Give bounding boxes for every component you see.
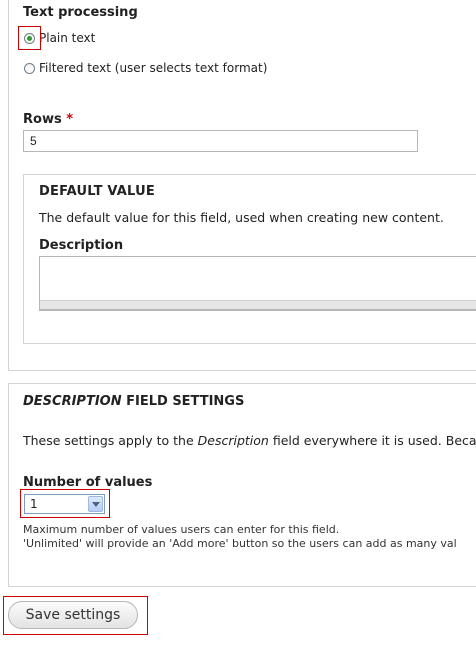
highlight-box-select — [20, 489, 110, 518]
description-field-label: Description — [39, 238, 124, 253]
radio-filtered-text-label[interactable]: Filtered text (user selects text format) — [39, 61, 267, 75]
field-settings-title-emphasis: DESCRIPTION — [23, 394, 122, 409]
rows-input[interactable] — [23, 130, 418, 152]
intro-before: These settings apply to the — [23, 433, 198, 448]
number-of-values-help-2: 'Unlimited' will provide an 'Add more' b… — [23, 537, 457, 550]
field-settings-intro: These settings apply to the Description … — [23, 433, 476, 448]
highlight-box-radio — [18, 26, 41, 50]
radio-filtered-text[interactable]: Filtered text (user selects text format) — [24, 61, 267, 75]
field-settings-title: DESCRIPTION FIELD SETTINGS — [23, 394, 244, 409]
intro-emphasis: Description — [197, 433, 269, 448]
number-of-values-label: Number of values — [23, 475, 153, 490]
radio-plain-text-label[interactable]: Plain text — [39, 31, 95, 45]
field-settings-title-rest: FIELD SETTINGS — [121, 394, 245, 409]
intro-after: field everywhere it is used. Beca — [268, 433, 476, 448]
text-processing-label: Text processing — [23, 5, 138, 20]
rows-label-text: Rows — [23, 112, 62, 127]
textarea-resize-handle[interactable] — [39, 300, 476, 310]
highlight-box-save — [3, 596, 148, 635]
default-value-description: The default value for this field, used w… — [39, 210, 444, 225]
number-of-values-help-1: Maximum number of values users can enter… — [23, 523, 340, 536]
default-value-title: DEFAULT VALUE — [39, 184, 155, 199]
required-marker: * — [66, 112, 74, 127]
radio-unchecked-icon[interactable] — [24, 62, 35, 74]
rows-label: Rows * — [23, 112, 73, 127]
field-settings-page: Text processing Plain text Filtered text… — [0, 0, 476, 648]
